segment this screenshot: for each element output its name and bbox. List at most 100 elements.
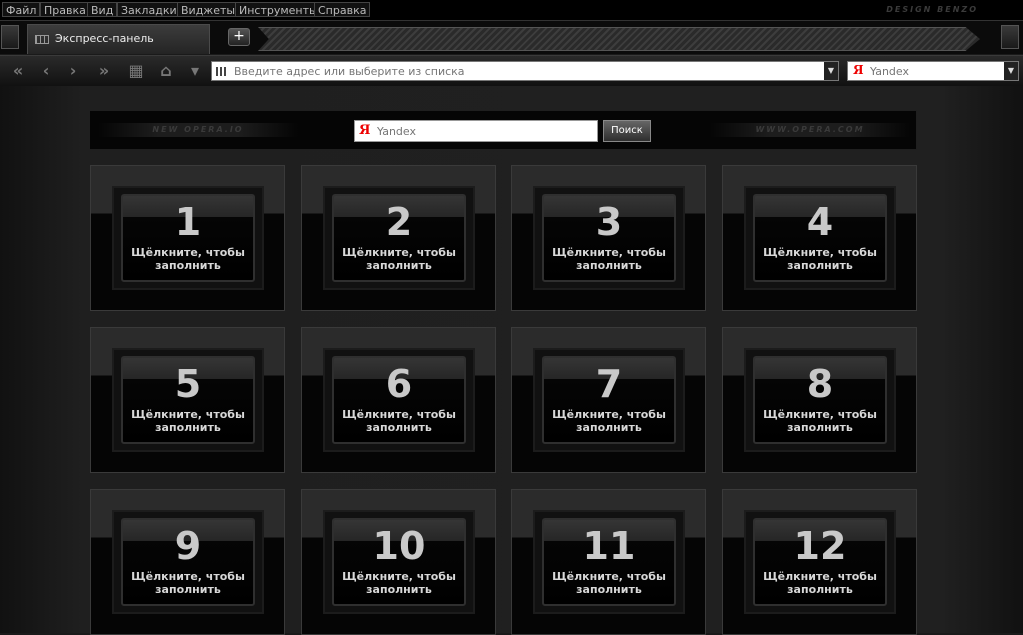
tile-number: 6	[385, 362, 413, 406]
tile-label: Щёлкните, чтобы заполнить	[552, 570, 666, 596]
tile-frame: 11 Щёлкните, чтобы заполнить	[533, 510, 685, 614]
tile-screen: 7 Щёлкните, чтобы заполнить	[542, 356, 676, 444]
tile-screen: 3 Щёлкните, чтобы заполнить	[542, 194, 676, 282]
speed-dial-search-input[interactable]	[377, 124, 587, 139]
tile-number: 1	[174, 200, 202, 244]
tab-title: Экспресс-панель	[55, 32, 154, 45]
tab-bar: Экспресс-панель +	[0, 21, 1023, 54]
menu-tools[interactable]: Инструменты	[235, 2, 322, 17]
tile-label: Щёлкните, чтобы заполнить	[342, 570, 456, 596]
tile-label: Щёлкните, чтобы заполнить	[131, 246, 245, 272]
speed-dial-tile[interactable]: 10 Щёлкните, чтобы заполнить	[301, 489, 496, 635]
tile-screen: 10 Щёлкните, чтобы заполнить	[332, 518, 466, 606]
search-input[interactable]	[870, 64, 1000, 79]
tile-number: 3	[595, 200, 623, 244]
speed-dial-tile[interactable]: 4 Щёлкните, чтобы заполнить	[722, 165, 917, 311]
tab-speed-dial[interactable]: Экспресс-панель	[27, 24, 210, 54]
rewind-icon[interactable]: «	[4, 61, 32, 81]
search-button[interactable]: Поиск	[603, 120, 651, 142]
tile-label: Щёлкните, чтобы заполнить	[552, 246, 666, 272]
tile-frame: 7 Щёлкните, чтобы заполнить	[533, 348, 685, 452]
panel-toggle-icon[interactable]	[1, 25, 19, 49]
tile-frame: 3 Щёлкните, чтобы заполнить	[533, 186, 685, 290]
tile-frame: 10 Щёлкните, чтобы заполнить	[323, 510, 475, 614]
home-icon[interactable]: ⌂	[154, 61, 178, 81]
tile-screen: 6 Щёлкните, чтобы заполнить	[332, 356, 466, 444]
back-icon[interactable]: ‹	[35, 61, 57, 81]
tile-number: 10	[372, 524, 426, 568]
menu-view[interactable]: Вид	[87, 2, 118, 17]
tile-screen: 5 Щёлкните, чтобы заполнить	[121, 356, 255, 444]
search-field[interactable]: Я ▼	[847, 61, 1019, 81]
speed-dial-icon	[216, 67, 228, 76]
yandex-icon: Я	[853, 63, 864, 77]
tile-number: 5	[174, 362, 202, 406]
fast-forward-icon[interactable]: »	[88, 61, 120, 81]
tile-label: Щёлкните, чтобы заполнить	[131, 408, 245, 434]
tile-frame: 6 Щёлкните, чтобы заполнить	[323, 348, 475, 452]
tile-number: 7	[595, 362, 623, 406]
chevron-down-icon[interactable]: ▼	[1004, 62, 1018, 80]
tile-frame: 4 Щёлкните, чтобы заполнить	[744, 186, 896, 290]
tile-label: Щёлкните, чтобы заполнить	[342, 246, 456, 272]
tile-frame: 1 Щёлкните, чтобы заполнить	[112, 186, 264, 290]
menu-help[interactable]: Справка	[314, 2, 371, 17]
menu-file[interactable]: Файл	[2, 2, 41, 17]
tile-screen: 4 Щёлкните, чтобы заполнить	[753, 194, 887, 282]
tile-frame: 9 Щёлкните, чтобы заполнить	[112, 510, 264, 614]
speed-dial-tile[interactable]: 1 Щёлкните, чтобы заполнить	[90, 165, 285, 311]
speed-dial-icon	[35, 35, 49, 44]
tile-frame: 8 Щёлкните, чтобы заполнить	[744, 348, 896, 452]
tile-screen: 1 Щёлкните, чтобы заполнить	[121, 194, 255, 282]
tile-number: 11	[582, 524, 636, 568]
navigation-toolbar: « ‹ › » ▦ ⌂ ▾ ▼ Я ▼	[0, 55, 1023, 87]
tile-frame: 5 Щёлкните, чтобы заполнить	[112, 348, 264, 452]
speed-dial-page: NEW OPERA.IO Я Поиск WWW.OPERA.COM 1Щёлк…	[0, 86, 1023, 635]
chevron-down-icon[interactable]: ▼	[824, 62, 838, 80]
tile-number: 2	[385, 200, 413, 244]
speed-dial-tile[interactable]: 7 Щёлкните, чтобы заполнить	[511, 327, 706, 473]
tile-label: Щёлкните, чтобы заполнить	[763, 246, 877, 272]
speed-dial-tile[interactable]: 3 Щёлкните, чтобы заполнить	[511, 165, 706, 311]
speed-dial-tile[interactable]: 6 Щёлкните, чтобы заполнить	[301, 327, 496, 473]
download-icon[interactable]: ▾	[187, 61, 203, 81]
speed-dial-tile[interactable]: 5 Щёлкните, чтобы заполнить	[90, 327, 285, 473]
menu-bookmarks[interactable]: Закладки	[117, 2, 181, 17]
speed-dial-tile[interactable]: 8 Щёлкните, чтобы заполнить	[722, 327, 917, 473]
tile-frame: 2 Щёлкните, чтобы заполнить	[323, 186, 475, 290]
menu-edit[interactable]: Правка	[40, 2, 90, 17]
tile-label: Щёлкните, чтобы заполнить	[131, 570, 245, 596]
tab-strip-decoration	[258, 27, 980, 51]
new-tab-button[interactable]: +	[228, 28, 250, 46]
tile-number: 8	[806, 362, 834, 406]
tile-frame: 12 Щёлкните, чтобы заполнить	[744, 510, 896, 614]
tile-label: Щёлкните, чтобы заполнить	[342, 408, 456, 434]
skin-brand-label: DESIGN BENZO	[886, 5, 978, 14]
tile-label: Щёлкните, чтобы заполнить	[763, 570, 877, 596]
address-input[interactable]	[234, 64, 814, 79]
tile-number: 4	[806, 200, 834, 244]
speed-dial-tile[interactable]: 2 Щёлкните, чтобы заполнить	[301, 165, 496, 311]
yandex-icon: Я	[359, 123, 371, 138]
tile-screen: 12 Щёлкните, чтобы заполнить	[753, 518, 887, 606]
speed-dial-tile[interactable]: 11 Щёлкните, чтобы заполнить	[511, 489, 706, 635]
forward-icon[interactable]: ›	[62, 61, 84, 81]
speed-dial-search-box[interactable]: Я	[354, 120, 598, 142]
speed-dial-tile[interactable]: 9 Щёлкните, чтобы заполнить	[90, 489, 285, 635]
speed-dial-search-panel: NEW OPERA.IO Я Поиск WWW.OPERA.COM	[89, 110, 917, 150]
reload-icon[interactable]: ▦	[127, 61, 145, 81]
tile-screen: 11 Щёлкните, чтобы заполнить	[542, 518, 676, 606]
speed-dial-tile[interactable]: 12 Щёлкните, чтобы заполнить	[722, 489, 917, 635]
tile-number: 9	[174, 524, 202, 568]
address-bar[interactable]: ▼	[211, 61, 839, 81]
trash-icon[interactable]	[1001, 25, 1019, 49]
left-decoration-label: NEW OPERA.IO	[98, 123, 298, 137]
tile-screen: 2 Щёлкните, чтобы заполнить	[332, 194, 466, 282]
right-decoration-label: WWW.OPERA.COM	[710, 123, 910, 137]
menu-widgets[interactable]: Виджеты	[177, 2, 240, 17]
menu-bar: Файл Правка Вид Закладки Виджеты Инструм…	[0, 0, 1023, 21]
tile-screen: 9 Щёлкните, чтобы заполнить	[121, 518, 255, 606]
tile-label: Щёлкните, чтобы заполнить	[763, 408, 877, 434]
tile-number: 12	[793, 524, 847, 568]
tile-screen: 8 Щёлкните, чтобы заполнить	[753, 356, 887, 444]
